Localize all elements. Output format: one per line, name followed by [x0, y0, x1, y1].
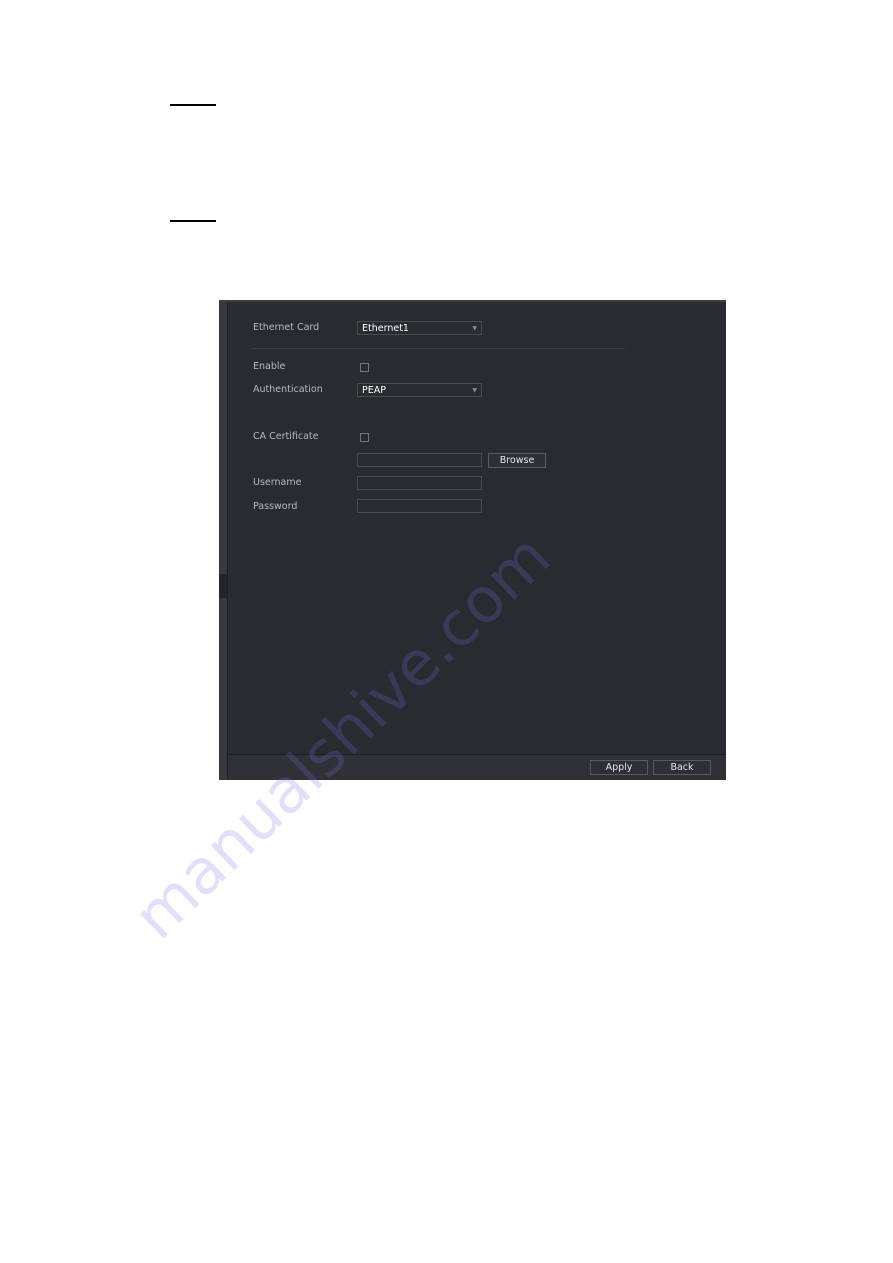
apply-button[interactable]: Apply: [590, 760, 648, 775]
ethernet-card-label: Ethernet Card: [253, 322, 320, 333]
enable-checkbox[interactable]: [360, 363, 369, 372]
back-button[interactable]: Back: [653, 760, 711, 775]
chevron-down-icon: ▼: [472, 387, 477, 394]
browse-button[interactable]: Browse: [488, 453, 546, 468]
certificate-path-input[interactable]: [357, 453, 482, 467]
authentication-label: Authentication: [253, 384, 323, 395]
authentication-value: PEAP: [362, 385, 386, 396]
username-input[interactable]: [357, 476, 482, 490]
ethernet-card-select[interactable]: Ethernet1 ▼: [357, 321, 482, 335]
chevron-down-icon: ▼: [472, 325, 477, 332]
enable-label: Enable: [253, 361, 286, 372]
section-divider: [251, 348, 625, 349]
side-collapse-bar[interactable]: [219, 302, 228, 780]
step-marker-line: [170, 220, 216, 222]
side-collapse-handle[interactable]: [219, 574, 227, 598]
authentication-select[interactable]: PEAP ▼: [357, 383, 482, 397]
panel-footer: Apply Back: [228, 754, 726, 780]
ethernet-card-value: Ethernet1: [362, 323, 409, 334]
ca-certificate-label: CA Certificate: [253, 431, 319, 442]
ca-certificate-checkbox[interactable]: [360, 433, 369, 442]
password-label: Password: [253, 501, 298, 512]
ieee8021x-settings-panel: Ethernet Card Ethernet1 ▼ Enable Authent…: [219, 300, 726, 780]
step-marker-line: [170, 104, 216, 106]
password-input[interactable]: [357, 499, 482, 513]
username-label: Username: [253, 477, 302, 488]
